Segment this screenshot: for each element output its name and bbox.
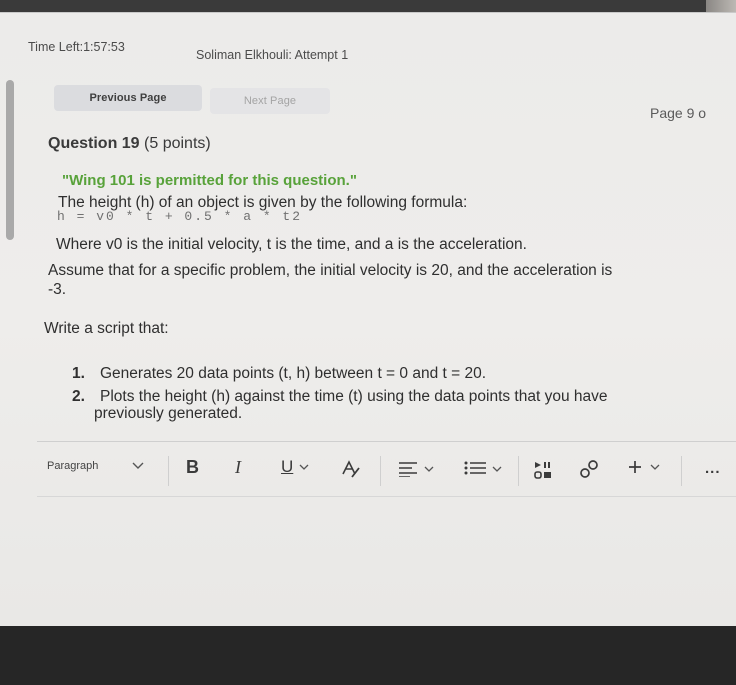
align-left-icon (399, 462, 417, 477)
task-text: Plots the height (h) against the time (t… (100, 388, 608, 405)
previous-page-button[interactable]: Previous Page (54, 85, 202, 111)
page-indicator: Page 9 o (650, 105, 707, 121)
scrollbar[interactable] (6, 80, 14, 240)
toolbar-divider (518, 456, 519, 486)
question-number: Question 19 (48, 135, 140, 152)
task-number: 1. (72, 365, 85, 382)
insert-media-button[interactable] (533, 460, 553, 480)
toolbar-divider (168, 456, 169, 486)
toolbar-divider (380, 456, 381, 486)
question-title: Question 19 (5 points) (48, 135, 211, 153)
align-button[interactable] (398, 461, 434, 477)
underline-icon: U (281, 457, 294, 476)
paragraph-format-label: Paragraph (47, 460, 99, 472)
variable-definitions: Where v0 is the initial velocity, t is t… (56, 236, 527, 253)
wing-permitted-note: "Wing 101 is permitted for this question… (62, 172, 357, 189)
monitor-bezel (0, 626, 736, 685)
text-style-button[interactable] (340, 459, 362, 479)
assume-text-line1: Assume that for a specific problem, the … (48, 262, 613, 279)
italic-button[interactable]: I (235, 457, 241, 478)
insert-more-button[interactable] (628, 460, 660, 474)
chevron-down-icon (299, 464, 309, 470)
link-icon (580, 460, 598, 478)
formula: h = v0 * t + 0.5 * a * t2 (57, 209, 303, 224)
chevron-down-icon (650, 464, 660, 470)
insert-link-button[interactable] (578, 458, 600, 480)
assume-text-line2: -3. (48, 281, 67, 298)
chevron-down-icon (492, 466, 502, 472)
task-text-continued: previously generated. (94, 405, 243, 422)
font-style-icon (342, 460, 360, 478)
attempt-label: Soliman Elkhouli: Attempt 1 (196, 48, 349, 62)
time-left: Time Left:1:57:53 (28, 40, 125, 54)
bold-button[interactable]: B (186, 457, 199, 478)
task-text: Generates 20 data points (t, h) between … (100, 365, 487, 382)
write-script-prompt: Write a script that: (44, 320, 169, 337)
next-page-button[interactable]: Next Page (210, 88, 330, 114)
chevron-down-icon (132, 462, 144, 469)
plus-icon (629, 461, 641, 473)
underline-button[interactable]: U (281, 457, 309, 477)
question-points: (5 points) (144, 135, 211, 152)
paragraph-format-select[interactable]: Paragraph (47, 460, 144, 472)
media-icon (534, 462, 551, 479)
toolbar-divider (681, 456, 682, 486)
list-button[interactable] (464, 461, 502, 477)
answer-editor[interactable] (37, 496, 736, 624)
more-options-button[interactable]: ... (705, 460, 721, 477)
bullet-list-icon (464, 461, 486, 475)
task-number: 2. (72, 388, 85, 405)
chevron-down-icon (424, 466, 434, 472)
